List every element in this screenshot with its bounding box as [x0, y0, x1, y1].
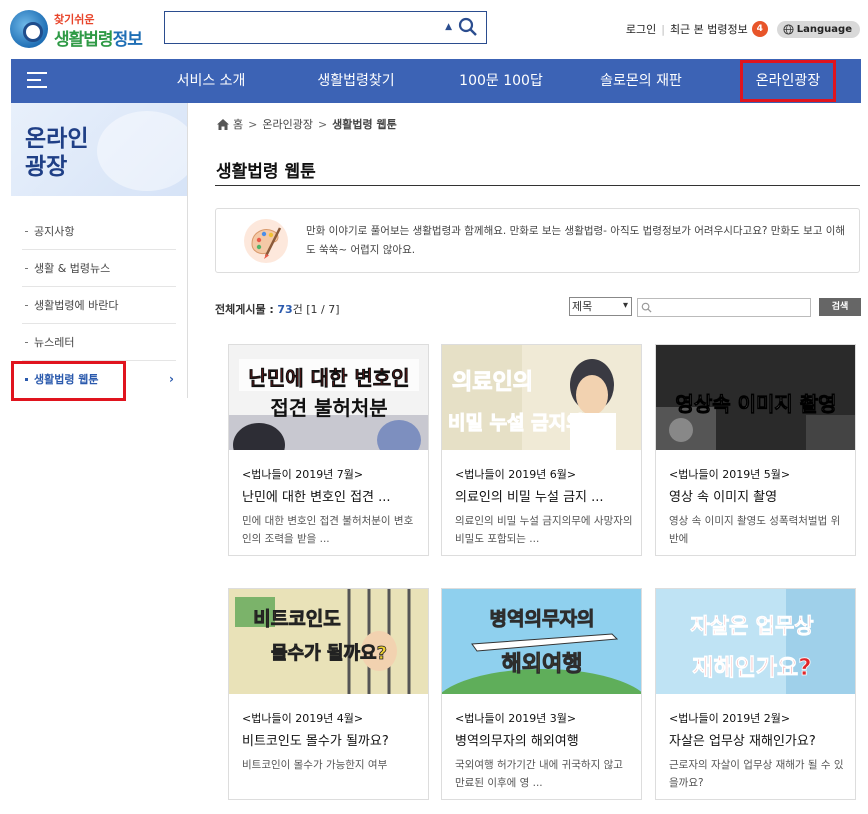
intro-box: 만화 이야기로 풀어보는 생활법령과 함께해요. 만화로 보는 생활법령- 아직…	[215, 208, 860, 273]
sidebar-title: 온라인 광장	[25, 126, 89, 180]
thumbnail-caption: 영상속 이미지 촬영	[675, 392, 836, 416]
search-field-select[interactable]: 제목 ▾	[569, 297, 632, 316]
total-label: 전체게시물 :	[215, 303, 274, 316]
breadcrumb-current: 생활법령 웹툰	[332, 118, 397, 131]
search-box: ▲	[164, 11, 487, 44]
webtoon-card[interactable]: 비트코인도 몰수가 될까요? <법나들이 2019년 4월> 비트코인도 몰수가…	[228, 588, 429, 800]
webtoon-card[interactable]: 의료인의 비밀 누설 금지의무 <법나들이 2019년 6월> 의료인의 비밀 …	[441, 344, 642, 556]
thumbnail-caption: 비트코인도	[253, 608, 340, 630]
webtoon-thumbnail[interactable]: 병역의무자의 해외여행	[442, 589, 641, 694]
sidebar-item-news[interactable]: 생활 & 법령뉴스	[22, 250, 176, 287]
card-title[interactable]: 난민에 대한 변호인 접견 ...	[242, 486, 422, 505]
search-icon[interactable]	[458, 17, 478, 37]
utility-bar: 로그인 | 최근 본 법령정보 4 Language	[626, 18, 860, 40]
webtoon-thumbnail[interactable]: 의료인의 비밀 누설 금지의무	[442, 345, 641, 450]
thumbnail-caption: 재해인가요?	[692, 655, 811, 681]
webtoon-card[interactable]: 난민에 대한 변호인 접견 불허처분 <법나들이 2019년 7월> 난민에 대…	[228, 344, 429, 556]
chevron-right-icon: ›	[169, 372, 174, 386]
nav-highlight-box	[740, 60, 836, 102]
login-link[interactable]: 로그인	[626, 21, 656, 37]
nav-item-law-search[interactable]: 생활법령찾기	[291, 59, 421, 103]
page-title: 생활법령 웹툰	[216, 162, 316, 182]
thumbnail-caption: 해외여행	[502, 652, 583, 677]
total-unit: 건	[292, 303, 303, 316]
card-episode: <법나들이 2019년 5월>	[669, 468, 791, 481]
card-title[interactable]: 비트코인도 몰수가 될까요?	[242, 730, 422, 749]
webtoon-thumbnail[interactable]: 비트코인도 몰수가 될까요?	[229, 589, 428, 694]
card-title[interactable]: 병역의무자의 해외여행	[455, 730, 635, 749]
nav-item-service-intro[interactable]: 서비스 소개	[151, 59, 271, 103]
recent-laws-link[interactable]: 최근 본 법령정보	[670, 21, 748, 37]
logo-title: 생활법령정보	[54, 30, 143, 50]
recent-count-badge: 4	[751, 21, 768, 37]
card-description: 영상 속 이미지 촬영도 성폭력처벌법 위반에	[669, 515, 841, 545]
thumbnail-caption: 병역의무자의	[490, 608, 595, 630]
sidebar: 온라인 광장 공지사항 생활 & 법령뉴스 생활법령에 바란다 뉴스레터 생활법…	[11, 103, 188, 401]
search-input[interactable]	[171, 12, 441, 42]
site-logo[interactable]: 찾기쉬운 생활법령정보	[10, 8, 150, 50]
palette-brush-icon	[244, 219, 288, 263]
breadcrumb: 홈 > 온라인광장 > 생활법령 웹툰	[217, 116, 397, 132]
card-description: 비트코인이 몰수가 가능한지 여부	[242, 759, 388, 771]
card-description: 민에 대한 변호인 접견 불허처분이 변호인의 조력을 받을 ...	[242, 515, 414, 545]
board-search-input[interactable]	[637, 298, 811, 317]
webtoon-card[interactable]: 병역의무자의 해외여행 <법나들이 2019년 3월> 병역의무자의 해외여행 …	[441, 588, 642, 800]
webtoon-thumbnail[interactable]: 자살은 업무상 재해인가요?	[656, 589, 855, 694]
card-episode: <법나들이 2019년 4월>	[242, 712, 364, 725]
chevron-down-icon: ▾	[622, 300, 628, 311]
thumbnail-caption: 자살은 업무상	[690, 614, 813, 638]
sidebar-highlight-box	[11, 361, 126, 401]
title-divider	[215, 185, 860, 186]
sidebar-item-newsletter[interactable]: 뉴스레터	[22, 324, 176, 361]
thumbnail-caption: 비밀 누설 금지의무	[448, 412, 601, 434]
webtoon-thumbnail[interactable]: 영상속 이미지 촬영	[656, 345, 855, 450]
search-field-value: 제목	[572, 300, 593, 313]
language-label: Language	[796, 23, 852, 35]
logo-mark-icon	[10, 10, 48, 48]
language-button[interactable]: Language	[776, 20, 860, 38]
card-title[interactable]: 자살은 업무상 재해인가요?	[669, 730, 849, 749]
search-icon	[641, 302, 652, 313]
thumbnail-caption: 난민에 대한 변호인	[248, 366, 409, 390]
card-episode: <법나들이 2019년 7월>	[242, 468, 364, 481]
divider: |	[661, 22, 665, 36]
nav-item-solomon[interactable]: 솔로몬의 재판	[581, 59, 701, 103]
sidebar-hero: 온라인 광장	[11, 103, 187, 196]
autocomplete-toggle-icon[interactable]: ▲	[445, 22, 452, 32]
webtoon-thumbnail[interactable]: 난민에 대한 변호인 접견 불허처분	[229, 345, 428, 450]
card-title[interactable]: 영상 속 이미지 촬영	[669, 486, 849, 505]
card-description: 의료인의 비밀 누설 금지의무에 사망자의 비밀도 포함되는 ...	[455, 515, 633, 545]
thumbnail-caption: 접견 불허처분	[270, 396, 387, 420]
sidebar-hero-decoration	[97, 111, 187, 191]
globe-icon	[783, 23, 794, 35]
intro-text: 만화 이야기로 풀어보는 생활법령과 함께해요. 만화로 보는 생활법령- 아직…	[306, 225, 846, 256]
card-episode: <법나들이 2019년 3월>	[455, 712, 577, 725]
page-indicator: [1 / 7]	[306, 303, 340, 316]
webtoon-card[interactable]: 영상속 이미지 촬영 <법나들이 2019년 5월> 영상 속 이미지 촬영 영…	[655, 344, 856, 556]
webtoon-card[interactable]: 자살은 업무상 재해인가요? <법나들이 2019년 2월> 자살은 업무상 재…	[655, 588, 856, 800]
card-description: 근로자의 자살이 업무상 재해가 될 수 있을까요?	[669, 759, 844, 789]
total-number: 73	[277, 303, 293, 316]
sidebar-item-notice[interactable]: 공지사항	[22, 213, 176, 250]
card-episode: <법나들이 2019년 6월>	[455, 468, 577, 481]
breadcrumb-separator: >	[317, 117, 328, 131]
search-button[interactable]: 검색	[819, 298, 861, 316]
card-episode: <법나들이 2019년 2월>	[669, 712, 791, 725]
card-description: 국외여행 허가기간 내에 귀국하지 않고 만료된 이후에 영 ...	[455, 759, 623, 789]
breadcrumb-separator: >	[248, 117, 258, 131]
nav-item-100qa[interactable]: 100문 100답	[441, 59, 561, 103]
thumbnail-caption: 의료인의	[452, 370, 533, 395]
thumbnail-caption: 몰수가 될까요?	[271, 643, 387, 664]
breadcrumb-online-plaza[interactable]: 온라인광장	[262, 116, 313, 132]
breadcrumb-home[interactable]: 홈	[233, 116, 243, 132]
sidebar-item-suggestions[interactable]: 생활법령에 바란다	[22, 287, 176, 324]
total-count: 전체게시물 : 73건 [1 / 7]	[215, 301, 340, 317]
main-nav: 서비스 소개 생활법령찾기 100문 100답 솔로몬의 재판 온라인광장	[11, 59, 861, 103]
menu-icon[interactable]	[27, 72, 47, 90]
card-title[interactable]: 의료인의 비밀 누설 금지 ...	[455, 486, 635, 505]
home-icon[interactable]	[217, 118, 229, 130]
